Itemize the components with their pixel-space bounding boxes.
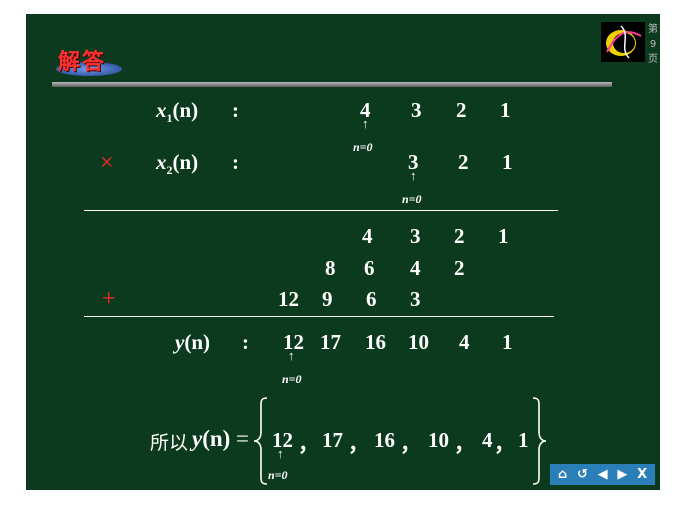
multiply-sign: × xyxy=(100,150,114,176)
x2-colon: : xyxy=(232,150,239,174)
up-arrow-icon: ↑ xyxy=(410,168,417,183)
partial-1-value: 4 xyxy=(362,224,373,248)
answer-badge: 解答 xyxy=(52,44,122,78)
multiplication-rule xyxy=(84,210,558,211)
x1-value: 3 xyxy=(411,98,422,122)
close-icon[interactable]: X xyxy=(637,467,647,482)
y-origin-marker: n=0 xyxy=(282,372,302,386)
equals-sign: = xyxy=(236,426,249,451)
sum-rule xyxy=(84,316,554,317)
partial-3-value: 9 xyxy=(322,287,333,311)
conclusion-separator: ， xyxy=(454,432,475,456)
conclusion-separator: ， xyxy=(400,432,421,456)
x1-value: 1 xyxy=(500,98,511,122)
partial-3-value: 6 xyxy=(366,287,377,311)
partial-3-value: 12 xyxy=(278,287,299,311)
conclusion-origin-marker: n=0 xyxy=(268,468,288,482)
previous-icon[interactable]: ◀ xyxy=(598,467,608,482)
up-arrow-icon: ↑ xyxy=(288,348,295,363)
conclusion-separator: ， xyxy=(494,432,515,456)
next-icon[interactable]: ▶ xyxy=(617,467,627,482)
partial-1-value: 2 xyxy=(454,224,465,248)
y-colon: : xyxy=(242,330,249,354)
partial-3-value: 3 xyxy=(410,287,421,311)
partial-2-value: 2 xyxy=(454,256,465,280)
conclusion-item: 4 xyxy=(482,428,493,452)
y-value: 1 xyxy=(502,330,513,354)
partial-2-value: 6 xyxy=(364,256,375,280)
conclusion-separator: ， xyxy=(298,432,319,456)
badge-text: 解答 xyxy=(58,50,107,75)
page-indicator: 第 9 页 xyxy=(647,22,659,67)
slide-navigation: ⌂ ↺ ◀ ▶ X xyxy=(550,464,655,485)
conclusion-separator: ， xyxy=(348,432,369,456)
title-divider xyxy=(52,82,612,87)
partial-1-value: 1 xyxy=(498,224,509,248)
right-brace xyxy=(532,397,547,485)
plus-sign: + xyxy=(102,286,116,312)
conclusion-item: 10 xyxy=(428,428,449,452)
x2-value: 2 xyxy=(458,150,469,174)
y-value: 17 xyxy=(320,330,341,354)
y-value: 10 xyxy=(408,330,429,354)
page-label-top: 第 xyxy=(648,24,658,35)
page-number: 9 xyxy=(649,39,657,50)
page-label-bottom: 页 xyxy=(648,54,658,65)
conclusion-item: 16 xyxy=(374,428,395,452)
y-label: y(n) xyxy=(175,330,210,354)
conclusion-prefix: 所以 xyxy=(150,432,189,454)
x1-colon: : xyxy=(232,98,239,122)
conclusion-item: 1 xyxy=(518,428,529,452)
x2-origin-marker: n=0 xyxy=(402,192,422,206)
y-value: 4 xyxy=(459,330,470,354)
partial-2-value: 8 xyxy=(325,256,336,280)
up-arrow-icon: ↑ xyxy=(277,446,284,461)
home-icon[interactable]: ⌂ xyxy=(558,467,567,482)
x2-label: x2(n) xyxy=(156,150,199,177)
conclusion-y-label: y(n) xyxy=(192,426,231,451)
x1-label: x1(n) xyxy=(156,98,199,125)
return-icon[interactable]: ↺ xyxy=(577,467,588,482)
x1-origin-marker: n=0 xyxy=(353,140,373,154)
partial-1-value: 3 xyxy=(410,224,421,248)
x2-value: 1 xyxy=(502,150,513,174)
y-value: 16 xyxy=(365,330,386,354)
partial-2-value: 4 xyxy=(410,256,421,280)
up-arrow-icon: ↑ xyxy=(362,116,369,131)
conclusion-item: 17 xyxy=(322,428,343,452)
x1-value: 2 xyxy=(456,98,467,122)
course-logo-icon xyxy=(601,22,645,62)
